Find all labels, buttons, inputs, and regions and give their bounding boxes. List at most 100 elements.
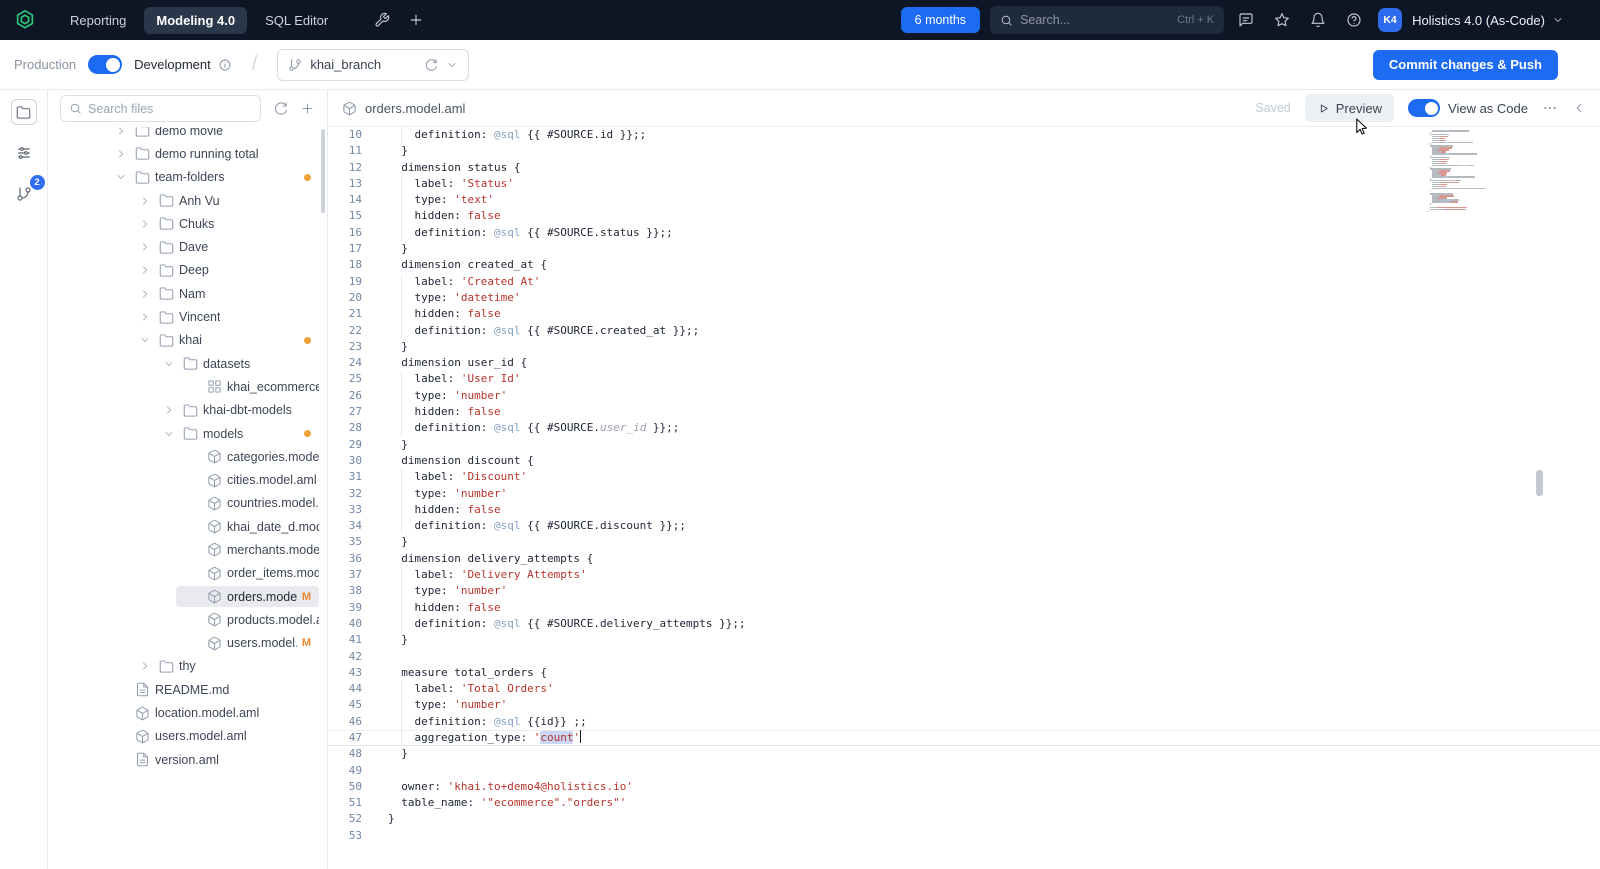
tree-item-orders-model-aml[interactable]: orders.model.aml M [48, 585, 327, 608]
code-editor[interactable]: 10 definition: @sql {{ #SOURCE.id }};; 11… [328, 127, 1600, 869]
code-line[interactable]: 38 type: 'number' [328, 583, 1600, 600]
code-line[interactable]: 45 type: 'number' [328, 697, 1600, 714]
tree-item-anh-vu[interactable]: Anh Vu [48, 189, 327, 212]
code-line[interactable]: 20 type: 'datetime' [328, 289, 1600, 307]
code-line[interactable]: 51 table_name: '"ecommerce"."orders"' [328, 795, 1600, 811]
tree-item-users-model-aml[interactable]: users.model.aml [48, 725, 327, 748]
workspace-menu[interactable]: Holistics 4.0 (As-Code) [1412, 13, 1564, 28]
chevron-right-icon[interactable] [136, 311, 154, 323]
tree-item-dave[interactable]: Dave [48, 235, 327, 258]
tree-item-khai-dbt-models[interactable]: khai-dbt-models [48, 399, 327, 422]
environment-toggle[interactable] [88, 55, 123, 74]
view-as-code-toggle[interactable]: View as Code [1408, 99, 1528, 117]
code-line[interactable]: 18 dimension created_at { [328, 257, 1600, 273]
code-line[interactable]: 46 definition: @sql {{id}} ;; [328, 713, 1600, 730]
more-options-icon[interactable] [1542, 100, 1558, 116]
search-files-input[interactable] [88, 101, 252, 116]
code-line[interactable]: 40 definition: @sql {{ #SOURCE.delivery_… [328, 615, 1600, 633]
code-line[interactable]: 12 dimension status { [328, 160, 1600, 176]
chevron-right-icon[interactable] [112, 127, 130, 137]
commit-push-button[interactable]: Commit changes & Push [1372, 49, 1558, 80]
tree-item-version-aml[interactable]: version.aml [48, 748, 327, 771]
code-line[interactable]: 35 } [328, 534, 1600, 550]
view-code-switch[interactable] [1408, 99, 1441, 117]
chevron-right-icon[interactable] [136, 241, 154, 253]
tree-item-demo-movie[interactable]: demo movie [48, 127, 327, 142]
tree-item-vincent[interactable]: Vincent [48, 305, 327, 328]
code-line[interactable]: 49 [328, 763, 1600, 779]
tab-sql-editor[interactable]: SQL Editor [253, 7, 340, 34]
chevron-down-icon[interactable] [112, 171, 130, 183]
code-line[interactable]: 11 } [328, 143, 1600, 159]
refresh-branch-icon[interactable] [424, 58, 438, 72]
chevron-down-icon[interactable] [160, 358, 178, 370]
editor-scrollbar-thumb[interactable] [1536, 470, 1543, 496]
code-line[interactable]: 52} [328, 811, 1600, 827]
code-line[interactable]: 36 dimension delivery_attempts { [328, 551, 1600, 567]
files-rail-button[interactable] [10, 99, 37, 125]
global-search[interactable]: Ctrl + K [990, 6, 1225, 34]
tree-item-cities-model-aml[interactable]: cities.model.aml [48, 468, 327, 491]
code-line[interactable]: 50 owner: 'khai.to+demo4@holistics.io' [328, 779, 1600, 795]
info-icon[interactable] [218, 58, 232, 72]
code-line[interactable]: 16 definition: @sql {{ #SOURCE.status }}… [328, 224, 1600, 242]
editor-minimap[interactable] [1428, 130, 1528, 215]
chevron-right-icon[interactable] [112, 148, 130, 160]
code-line[interactable]: 47 aggregation_type: 'count' [328, 729, 1600, 747]
code-line[interactable]: 48 } [328, 746, 1600, 762]
tree-item-countries-model-aml[interactable]: countries.model.aml [48, 492, 327, 515]
code-line[interactable]: 41 } [328, 632, 1600, 648]
code-line[interactable]: 22 definition: @sql {{ #SOURCE.created_a… [328, 322, 1600, 339]
search-files-box[interactable] [60, 95, 261, 122]
chevron-right-icon[interactable] [136, 218, 154, 230]
code-line[interactable]: 28 definition: @sql {{ #SOURCE.user_id }… [328, 420, 1600, 437]
global-search-input[interactable] [1020, 13, 1171, 27]
bell-icon[interactable] [1310, 12, 1326, 28]
tree-item-thy[interactable]: thy [48, 655, 327, 678]
tree-item-deep[interactable]: Deep [48, 259, 327, 282]
tree-item-demo-running-total[interactable]: demo running total [48, 142, 327, 165]
code-line[interactable]: 44 label: 'Total Orders' [328, 681, 1600, 698]
time-range-button[interactable]: 6 months [900, 7, 981, 33]
code-line[interactable]: 42 [328, 649, 1600, 665]
code-line[interactable]: 39 hidden: false [328, 599, 1600, 616]
code-line[interactable]: 30 dimension discount { [328, 453, 1600, 469]
code-line[interactable]: 32 type: 'number' [328, 485, 1600, 502]
tab-reporting[interactable]: Reporting [58, 7, 138, 34]
chevron-right-icon[interactable] [136, 195, 154, 207]
code-line[interactable]: 23 } [328, 339, 1600, 355]
tree-item-categories-model-aml[interactable]: categories.model.aml [48, 445, 327, 468]
code-lines[interactable]: 10 definition: @sql {{ #SOURCE.id }};; 11… [328, 127, 1600, 844]
chevron-down-icon[interactable] [160, 428, 178, 440]
code-line[interactable]: 25 label: 'User Id' [328, 371, 1600, 388]
code-line[interactable]: 21 hidden: false [328, 306, 1600, 323]
tree-item-order-items-model[interactable]: order_items.model... [48, 562, 327, 585]
user-avatar[interactable]: K4 [1378, 8, 1403, 32]
code-line[interactable]: 13 label: 'Status' [328, 175, 1600, 193]
tree-item-merchants-model-aml[interactable]: merchants.model.aml [48, 538, 327, 561]
chevron-right-icon[interactable] [136, 264, 154, 276]
add-new-icon[interactable] [408, 12, 424, 28]
collapse-panel-icon[interactable] [1572, 101, 1586, 115]
code-line[interactable]: 15 hidden: false [328, 208, 1600, 225]
holistics-logo-icon[interactable] [12, 7, 38, 33]
tree-item-khai-ecommerce-d[interactable]: khai_ecommerce.d... [48, 375, 327, 398]
branch-selector[interactable]: khai_branch [277, 48, 470, 81]
code-line[interactable]: 31 label: 'Discount' [328, 469, 1600, 486]
tree-item-readme-md[interactable]: README.md [48, 678, 327, 701]
star-icon[interactable] [1274, 12, 1290, 28]
tree-item-location-model-aml[interactable]: location.model.aml [48, 701, 327, 724]
code-line[interactable]: 29 } [328, 437, 1600, 453]
tree-item-products-model-aml[interactable]: products.model.aml [48, 608, 327, 631]
tree-item-models[interactable]: models [48, 422, 327, 445]
code-line[interactable]: 14 type: 'text' [328, 192, 1600, 209]
tree-item-team-folders[interactable]: team-folders [48, 166, 327, 189]
code-line[interactable]: 24 dimension user_id { [328, 355, 1600, 371]
add-file-icon[interactable] [300, 101, 315, 116]
tree-item-khai-date-d-model[interactable]: khai_date_d.model.... [48, 515, 327, 538]
chevron-right-icon[interactable] [136, 660, 154, 672]
code-line[interactable]: 17 } [328, 241, 1600, 257]
tree-scrollbar[interactable] [321, 129, 325, 213]
refresh-files-icon[interactable] [273, 101, 288, 116]
feedback-icon[interactable] [1238, 12, 1254, 28]
